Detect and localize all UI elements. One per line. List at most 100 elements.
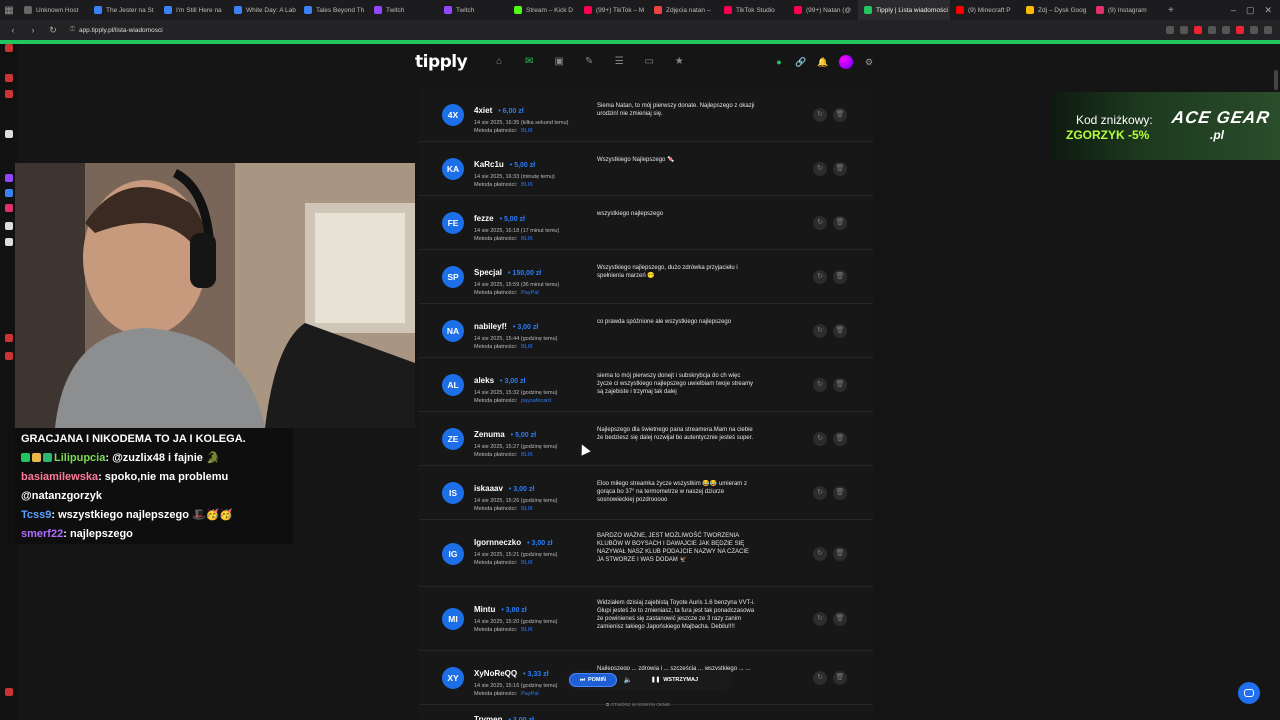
browser-tab[interactable]: Twitch <box>368 0 438 20</box>
browser-tab[interactable]: The Jester na St <box>88 0 158 20</box>
browser-tab[interactable]: (99+) TikTok – M <box>578 0 648 20</box>
delete-icon[interactable]: 🗑 <box>833 108 847 122</box>
browser-tab[interactable]: Unknown Host <box>18 0 88 20</box>
bell-icon[interactable]: 🔔 <box>817 56 829 68</box>
sidebar-app-icon[interactable] <box>5 688 13 696</box>
forward-icon[interactable]: › <box>26 25 40 35</box>
browser-tab[interactable]: (9) Instagram <box>1090 0 1160 20</box>
close-icon[interactable]: ✕ <box>1264 5 1272 16</box>
edit-icon[interactable]: ✎ <box>581 54 597 70</box>
menu-icon[interactable] <box>1264 26 1272 34</box>
bookmark-icon[interactable] <box>1180 26 1188 34</box>
page-scrollbar[interactable] <box>1274 70 1278 90</box>
star-icon[interactable]: ★ <box>671 54 687 70</box>
delete-icon[interactable]: 🗑 <box>833 671 847 685</box>
tab-menu-icon[interactable]: ▦ <box>0 0 18 20</box>
extension-icon[interactable] <box>1194 26 1202 34</box>
sidebar-app-icon[interactable] <box>5 74 13 82</box>
extension-icon[interactable] <box>1222 26 1230 34</box>
home-icon[interactable]: ⌂ <box>491 54 507 70</box>
replay-icon[interactable]: ↻ <box>813 108 827 122</box>
sidebar-app-icon[interactable] <box>5 90 13 98</box>
delete-icon[interactable]: 🗑 <box>833 270 847 284</box>
replay-icon[interactable]: ↻ <box>813 671 827 685</box>
twitch-icon[interactable] <box>5 174 13 182</box>
calendar-icon[interactable]: ▭ <box>641 54 657 70</box>
support-chat-button[interactable] <box>1238 682 1260 704</box>
delete-icon[interactable]: 🗑 <box>833 432 847 446</box>
volume-icon[interactable]: 🔈 <box>621 676 635 684</box>
tipply-logo[interactable]: tipply <box>415 52 468 72</box>
download-icon[interactable] <box>1250 26 1258 34</box>
tiktok-icon[interactable] <box>5 222 13 230</box>
browser-tab[interactable]: (9) Minecraft P <box>950 0 1020 20</box>
zoom-icon[interactable] <box>1166 26 1174 34</box>
donation-row[interactable]: SP Specjal • 150,00 zł 14 sie 2025, 15:59 … <box>419 250 873 304</box>
replay-icon[interactable]: ↻ <box>813 324 827 338</box>
status-icon[interactable]: ● <box>773 56 785 68</box>
sidebar-app-icon[interactable] <box>5 130 13 138</box>
instagram-icon[interactable] <box>5 204 13 212</box>
donation-row[interactable]: IG Igornneczko • 3,00 zł 14 sie 2025, 15:2… <box>419 520 873 587</box>
replay-icon[interactable]: ↻ <box>813 216 827 230</box>
browser-tab[interactable]: (99+) Natan (@ <box>788 0 858 20</box>
browser-tab[interactable]: Twitch <box>438 0 508 20</box>
donation-row[interactable]: MI Mintu • 3,00 zł 14 sie 2025, 15:20 (god… <box>419 587 873 651</box>
new-tab-button[interactable]: + <box>1168 5 1174 16</box>
site-info-icon[interactable]: ⚿ <box>70 26 75 34</box>
open-new-window-link[interactable]: ⧉ OTWÓRZ W NOWYM OKNIE <box>606 702 670 707</box>
back-icon[interactable]: ‹ <box>6 25 20 35</box>
settings-icon[interactable]: ⚙ <box>863 56 875 68</box>
pause-button[interactable]: ❚❚ WSTRZYMAJ <box>643 673 706 687</box>
browser-tab[interactable]: Zdjęcia natan – <box>648 0 718 20</box>
donation-row[interactable]: IS iskaaav • 3,00 zł 14 sie 2025, 15:26 (g… <box>419 466 873 520</box>
donation-row[interactable]: NA nabileyf! • 3,00 zł 14 sie 2025, 15:44 … <box>419 304 873 358</box>
donation-row[interactable]: AL aleks • 3,00 zł 14 sie 2025, 15:32 (god… <box>419 358 873 412</box>
delete-icon[interactable]: 🗑 <box>833 486 847 500</box>
browser-tab[interactable]: Zdj – Dysk Goog <box>1020 0 1090 20</box>
delete-icon[interactable]: 🗑 <box>833 612 847 626</box>
minimize-icon[interactable]: – <box>1231 5 1236 16</box>
delete-icon[interactable]: 🗑 <box>833 324 847 338</box>
donation-row[interactable]: FE fezze • 5,00 zł 14 sie 2025, 16:18 (17 … <box>419 196 873 250</box>
delete-icon[interactable]: 🗑 <box>833 216 847 230</box>
replay-icon[interactable]: ↻ <box>813 432 827 446</box>
skip-button[interactable]: ⏭ POMIŃ <box>569 673 617 687</box>
browser-tab[interactable]: Tipply | Lista wiadomości <box>858 0 950 20</box>
browser-tab[interactable]: I'm Still Here na <box>158 0 228 20</box>
replay-icon[interactable]: ↻ <box>813 270 827 284</box>
delete-icon[interactable]: 🗑 <box>833 378 847 392</box>
sponsor-banner[interactable]: Kod zniżkowy: ZGORZYK -5% ACE GEAR .pl <box>1052 92 1280 160</box>
replay-icon[interactable]: ↻ <box>813 546 827 561</box>
wallet-icon[interactable]: ▣ <box>551 54 567 70</box>
replay-icon[interactable]: ↻ <box>813 162 827 176</box>
list-icon[interactable]: ☰ <box>611 54 627 70</box>
browser-tab[interactable]: TikTok Studio <box>718 0 788 20</box>
extension-icon[interactable] <box>1236 26 1244 34</box>
replay-icon[interactable]: ↻ <box>813 612 827 626</box>
sidebar-app-icon[interactable] <box>5 352 13 360</box>
messenger-icon[interactable] <box>5 189 13 197</box>
delete-icon[interactable]: 🗑 <box>833 162 847 176</box>
avatar[interactable] <box>839 55 853 69</box>
donation-row[interactable]: Trymen• 3,00 zł <box>419 705 873 720</box>
donation-row[interactable]: 4X 4xiet • 6,00 zł 14 sie 2025, 16:35 (kil… <box>419 88 873 142</box>
url-field[interactable]: ⚿ app.tipply.pl/lista-wiadomosci <box>70 26 163 34</box>
extension-icon[interactable] <box>1208 26 1216 34</box>
donation-row[interactable]: KA KaRc1u • 5,00 zł 14 sie 2025, 16:33 (mi… <box>419 142 873 196</box>
sidebar-app-icon[interactable] <box>5 44 13 52</box>
delete-icon[interactable]: 🗑 <box>833 546 847 561</box>
donation-row[interactable]: ZE Zenuma • 5,00 zł 14 sie 2025, 15:27 (go… <box>419 412 873 466</box>
x-icon[interactable] <box>5 238 13 246</box>
browser-tab[interactable]: Stream – Kick D <box>508 0 578 20</box>
messages-icon[interactable]: ✉ <box>521 54 537 70</box>
replay-icon[interactable]: ↻ <box>813 486 827 500</box>
link-icon[interactable]: 🔗 <box>795 56 807 68</box>
browser-tab[interactable]: White Day: A Lab <box>228 0 298 20</box>
sidebar-app-icon[interactable] <box>5 334 13 342</box>
reload-icon[interactable]: ↻ <box>46 25 60 36</box>
maximize-icon[interactable]: ▢ <box>1246 5 1255 16</box>
tab-title: (9) Instagram <box>1108 6 1147 14</box>
browser-tab[interactable]: Tales Beyond Th <box>298 0 368 20</box>
replay-icon[interactable]: ↻ <box>813 378 827 392</box>
